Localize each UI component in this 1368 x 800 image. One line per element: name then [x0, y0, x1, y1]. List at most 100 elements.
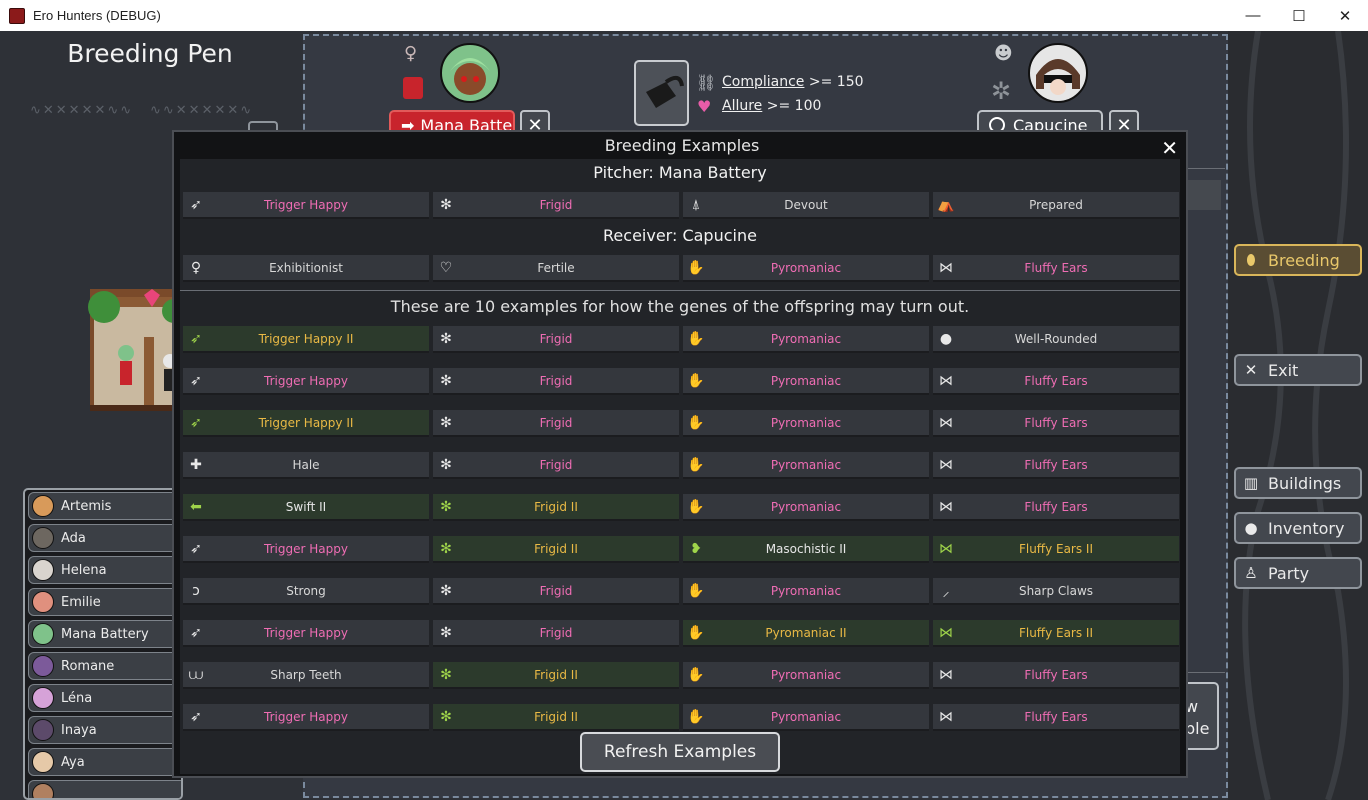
gene-cell[interactable]: ✋ Pyromaniac [683, 452, 929, 479]
gene-cell[interactable]: ⋈ Fluffy Ears [933, 410, 1179, 437]
gene-cell[interactable]: ✻ Frigid [433, 326, 679, 353]
gene-cell[interactable]: ⍋ Devout [683, 192, 929, 219]
partial-bar [1185, 180, 1221, 210]
gene-cell[interactable]: ➶ Trigger Happy II [183, 326, 429, 353]
maximize-button[interactable]: ☐ [1276, 0, 1322, 31]
buildings-button[interactable]: ▥ Buildings [1234, 467, 1362, 499]
gene-name: Pyromaniac [770, 415, 842, 430]
gene-cell[interactable]: ⋈ Fluffy Ears II [933, 536, 1179, 563]
refresh-examples-button[interactable]: Refresh Examples [580, 732, 780, 772]
gene-cell[interactable]: ✻ Frigid [433, 578, 679, 605]
cross-icon: ✚ [190, 457, 202, 473]
person-icon: ♙ [1244, 564, 1258, 582]
inventory-button[interactable]: ● Inventory [1234, 512, 1362, 544]
gene-name: Pyromaniac [770, 331, 842, 346]
gene-cell[interactable]: ✋ Pyromaniac [683, 704, 929, 731]
character-list[interactable]: Artemis Ada Helena Emilie Mana Battery R… [23, 488, 183, 800]
gene-name: Exhibitionist [269, 260, 343, 275]
gene-cell[interactable]: ✻ Frigid II [433, 662, 679, 689]
arrow-icon: ⬅ [190, 499, 202, 515]
gene-cell[interactable]: ✋ Pyromaniac [683, 326, 929, 353]
gene-cell[interactable]: ✋ Pyromaniac [683, 578, 929, 605]
gene-cell[interactable]: ⋈ Fluffy Ears [933, 662, 1179, 689]
gene-cell[interactable]: ✋ Pyromaniac [683, 494, 929, 521]
circle-icon: ● [939, 331, 953, 347]
character-item[interactable]: Emilie [28, 588, 181, 616]
bag-icon: ● [1244, 519, 1258, 537]
gene-cell[interactable]: ♡ Fertile [433, 255, 679, 282]
gun-icon: ➶ [190, 415, 202, 431]
chain-icon: ⛓ [696, 73, 717, 92]
character-item[interactable]: Ada [28, 524, 181, 552]
gene-name: Prepared [1029, 197, 1083, 212]
character-item[interactable] [28, 780, 181, 798]
gene-cell[interactable]: ❥ Masochistic II [683, 536, 929, 563]
gene-name: Sharp Teeth [270, 667, 342, 682]
gene-cell[interactable]: ✻ Frigid [433, 192, 679, 219]
gene-cell[interactable]: ✻ Frigid [433, 452, 679, 479]
gene-cell[interactable]: ⋈ Fluffy Ears [933, 368, 1179, 395]
egg-icon: ⬮ [1246, 251, 1256, 269]
gene-cell[interactable]: ✋ Pyromaniac [683, 410, 929, 437]
gene-cell[interactable]: ➶ Trigger Happy [183, 704, 429, 731]
arm-icon: ↄ [192, 583, 200, 599]
gene-cell[interactable]: ➶ Trigger Happy II [183, 410, 429, 437]
gene-cell[interactable]: ⋈ Fluffy Ears [933, 704, 1179, 731]
gene-cell[interactable]: ⛺ Prepared [933, 192, 1179, 219]
character-item[interactable]: Romane [28, 652, 181, 680]
gene-cell[interactable]: ⩊ Sharp Teeth [183, 662, 429, 689]
gene-cell[interactable]: ✚ Hale [183, 452, 429, 479]
minimize-button[interactable]: — [1230, 0, 1276, 31]
gene-cell[interactable]: ● Well-Rounded [933, 326, 1179, 353]
gene-cell[interactable]: ✻ Frigid [433, 368, 679, 395]
gene-cell[interactable]: ➶ Trigger Happy [183, 368, 429, 395]
character-item[interactable]: Léna [28, 684, 181, 712]
character-name: Artemis [61, 498, 112, 514]
requirement-allure: Allure >= 100 [722, 98, 821, 114]
breeding-tool-slot[interactable] [634, 60, 689, 126]
figure-icon: ♀ [190, 260, 202, 276]
character-item[interactable]: Mana Battery [28, 620, 181, 648]
gene-cell[interactable]: ✻ Frigid [433, 620, 679, 647]
gene-cell[interactable]: ✻ Frigid II [433, 536, 679, 563]
gene-cell[interactable]: ⋈ Fluffy Ears [933, 255, 1179, 282]
figure-icon: ♀ [404, 43, 418, 64]
gene-cell[interactable]: ➶ Trigger Happy [183, 620, 429, 647]
gene-cell[interactable]: ♀ Exhibitionist [183, 255, 429, 282]
gene-cell[interactable]: ✋ Pyromaniac [683, 368, 929, 395]
gene-cell[interactable]: ⋈ Fluffy Ears II [933, 620, 1179, 647]
new-couple-button[interactable]: w ple [1185, 682, 1219, 750]
fire-hand-icon: ✋ [687, 667, 705, 683]
gene-cell[interactable]: ↄ Strong [183, 578, 429, 605]
gene-cell[interactable]: ✋ Pyromaniac II [683, 620, 929, 647]
gene-name: Frigid II [534, 667, 578, 682]
gene-name: Trigger Happy II [258, 415, 354, 430]
gene-cell[interactable]: ⋈ Fluffy Ears [933, 494, 1179, 521]
gene-cell[interactable]: ⸝ Sharp Claws [933, 578, 1179, 605]
character-item[interactable]: Helena [28, 556, 181, 584]
breeding-examples-dialog: Breeding Examples ✕ Pitcher: Mana Batter… [172, 130, 1188, 778]
party-button[interactable]: ♙ Party [1234, 557, 1362, 589]
avatar [32, 687, 54, 709]
crossed-icon: ✲ [991, 77, 1012, 105]
gene-cell[interactable]: ✋ Pyromaniac [683, 255, 929, 282]
gene-cell[interactable]: ➶ Trigger Happy [183, 536, 429, 563]
gene-cell[interactable]: ⬅ Swift II [183, 494, 429, 521]
gene-cell[interactable]: ✻ Frigid II [433, 494, 679, 521]
character-item[interactable]: Inaya [28, 716, 181, 744]
gene-cell[interactable]: ✻ Frigid II [433, 704, 679, 731]
requirement-value: >= 150 [804, 74, 864, 90]
gene-name: Well-Rounded [1014, 331, 1098, 346]
character-item[interactable]: Artemis [28, 492, 181, 520]
gene-cell[interactable]: ⋈ Fluffy Ears [933, 452, 1179, 479]
exit-button[interactable]: ✕ Exit [1234, 354, 1362, 386]
character-name: Aya [61, 754, 85, 770]
gene-cell[interactable]: ✋ Pyromaniac [683, 662, 929, 689]
breeding-button[interactable]: ⬮ Breeding [1234, 244, 1362, 276]
gene-cell[interactable]: ✻ Frigid [433, 410, 679, 437]
pitcher-portrait [440, 43, 500, 103]
dialog-close-button[interactable]: ✕ [1161, 136, 1178, 160]
gene-cell[interactable]: ➶ Trigger Happy [183, 192, 429, 219]
character-item[interactable]: Aya [28, 748, 181, 776]
close-window-button[interactable]: ✕ [1322, 0, 1368, 31]
